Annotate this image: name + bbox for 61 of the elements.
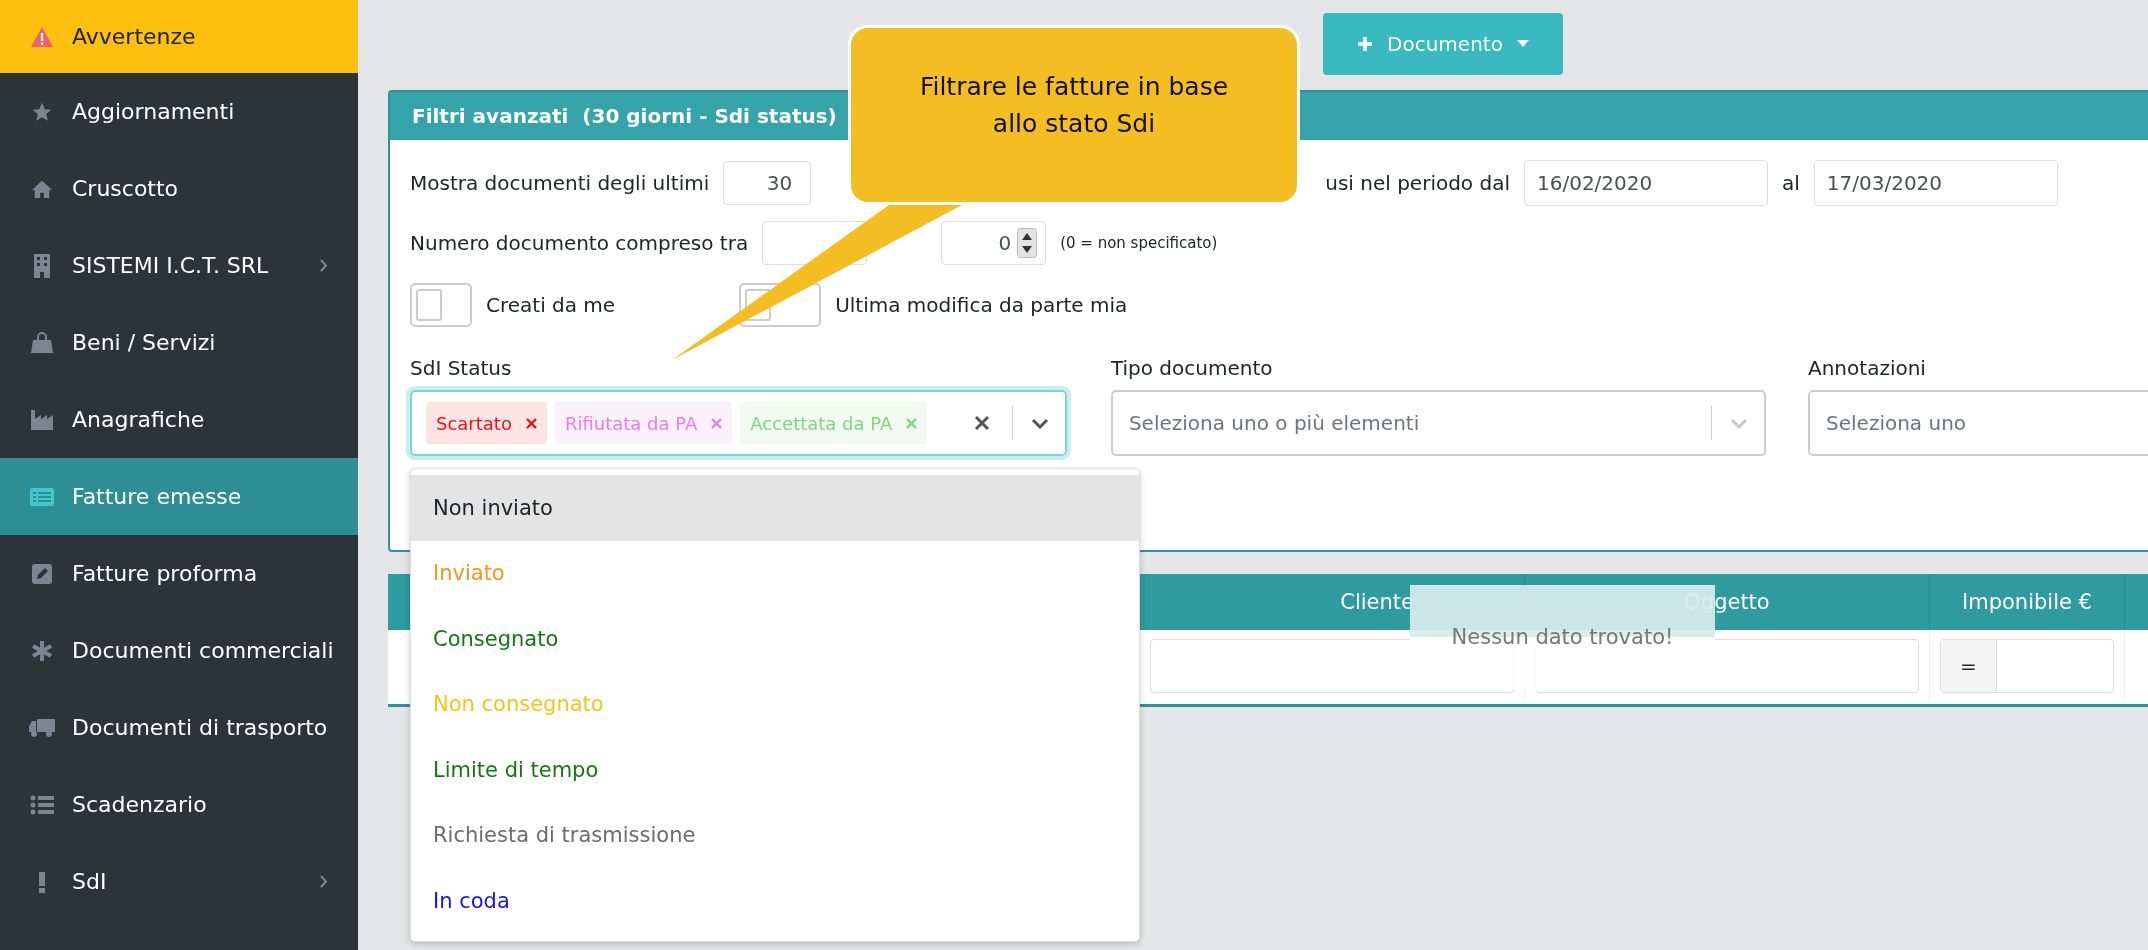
list-card-icon	[29, 486, 55, 507]
chevron-down-icon[interactable]	[1030, 417, 1049, 429]
sidebar-item[interactable]: Fatture proforma	[0, 535, 358, 612]
shopping-bag-icon	[30, 331, 54, 354]
sidebar-item[interactable]: Documenti commerciali	[0, 612, 358, 689]
days-input[interactable]: 30	[723, 161, 812, 205]
sidebar-item[interactable]: SISTEMI I.C.T. SRL	[0, 227, 358, 304]
truck-icon	[28, 717, 56, 738]
status-tag: Accettata da PA	[740, 402, 928, 444]
caret-icon	[1516, 40, 1529, 48]
document-type-select[interactable]: Seleziona uno o più elementi	[1110, 390, 1766, 456]
status-tag: Scartato	[426, 402, 547, 444]
callout-bubble: Filtrare le fatture in base allo stato Sdi	[848, 25, 1300, 205]
sdi-status-label: SdI Status	[410, 355, 513, 380]
toggle-label: Ultima modifica da parte mia	[835, 293, 1128, 317]
dropdown-option[interactable]: In coda	[411, 868, 1139, 934]
date-separator: al	[1781, 171, 1800, 195]
dropdown-option[interactable]: Limite di tempo	[411, 737, 1139, 803]
exclamation-icon	[38, 870, 46, 893]
period-label: usi nel periodo dal	[1325, 171, 1510, 195]
date-from-input[interactable]: 16/02/2020	[1523, 160, 1768, 206]
sidebar-item[interactable]: Avvertenze	[0, 0, 358, 73]
toggle-label: Creati da me	[486, 293, 616, 317]
days-label: Mostra documenti degli ultimi	[410, 171, 710, 195]
dropdown-option[interactable]: Richiesta di trasmissione	[411, 802, 1139, 868]
asterisk-icon	[31, 639, 53, 662]
number-to-input[interactable]: 0	[941, 221, 1047, 265]
sidebar-item[interactable]: Beni / Servizi	[0, 304, 358, 381]
list-icon	[30, 794, 54, 815]
notes-label: Annotazioni	[1808, 355, 1927, 380]
date-to-input[interactable]: 17/03/2020	[1813, 160, 2058, 206]
warning-icon	[30, 25, 54, 48]
sidebar-item[interactable]: Documenti di trasporto	[0, 689, 358, 766]
spinner-icon[interactable]	[1017, 228, 1038, 258]
status-tag: Rifiutata da PA	[554, 402, 733, 444]
notes-select[interactable]: Seleziona uno	[1808, 390, 2148, 456]
clear-icon[interactable]	[973, 415, 990, 431]
plus-icon	[1357, 36, 1374, 52]
sidebar-item[interactable]: Scadenzario	[0, 766, 358, 843]
document-type-label: Tipo documento	[1110, 355, 1274, 380]
remove-icon[interactable]	[525, 417, 537, 429]
dropdown-option[interactable]: Non inviato	[411, 475, 1139, 541]
sidebar-item[interactable]: SdI	[0, 843, 358, 920]
remove-icon[interactable]	[711, 417, 723, 429]
toggle-switch[interactable]	[410, 283, 472, 327]
filter-input[interactable]: =	[1940, 639, 2114, 693]
factory-icon	[30, 408, 54, 431]
home-icon	[31, 178, 53, 199]
chevron-right-icon	[320, 259, 328, 272]
sidebar-item[interactable]: Cruscotto	[0, 150, 358, 227]
number-range-label: Numero documento compreso tra	[410, 231, 749, 255]
edit-icon	[31, 562, 53, 585]
dropdown-option[interactable]: Consegnato	[411, 606, 1139, 672]
sidebar-item[interactable]: Aggiornamenti	[0, 73, 358, 150]
chevron-right-icon	[320, 875, 328, 888]
building-icon	[33, 252, 51, 279]
remove-icon[interactable]	[906, 417, 918, 429]
panel-title: Filtri avanzati (30 giorni - Sdi status)	[412, 104, 837, 128]
number-note: (0 = non specificato)	[1060, 234, 1218, 252]
sidebar-item[interactable]: Anagrafiche	[0, 381, 358, 458]
sidebar-item[interactable]: Fatture emesse	[0, 458, 358, 535]
